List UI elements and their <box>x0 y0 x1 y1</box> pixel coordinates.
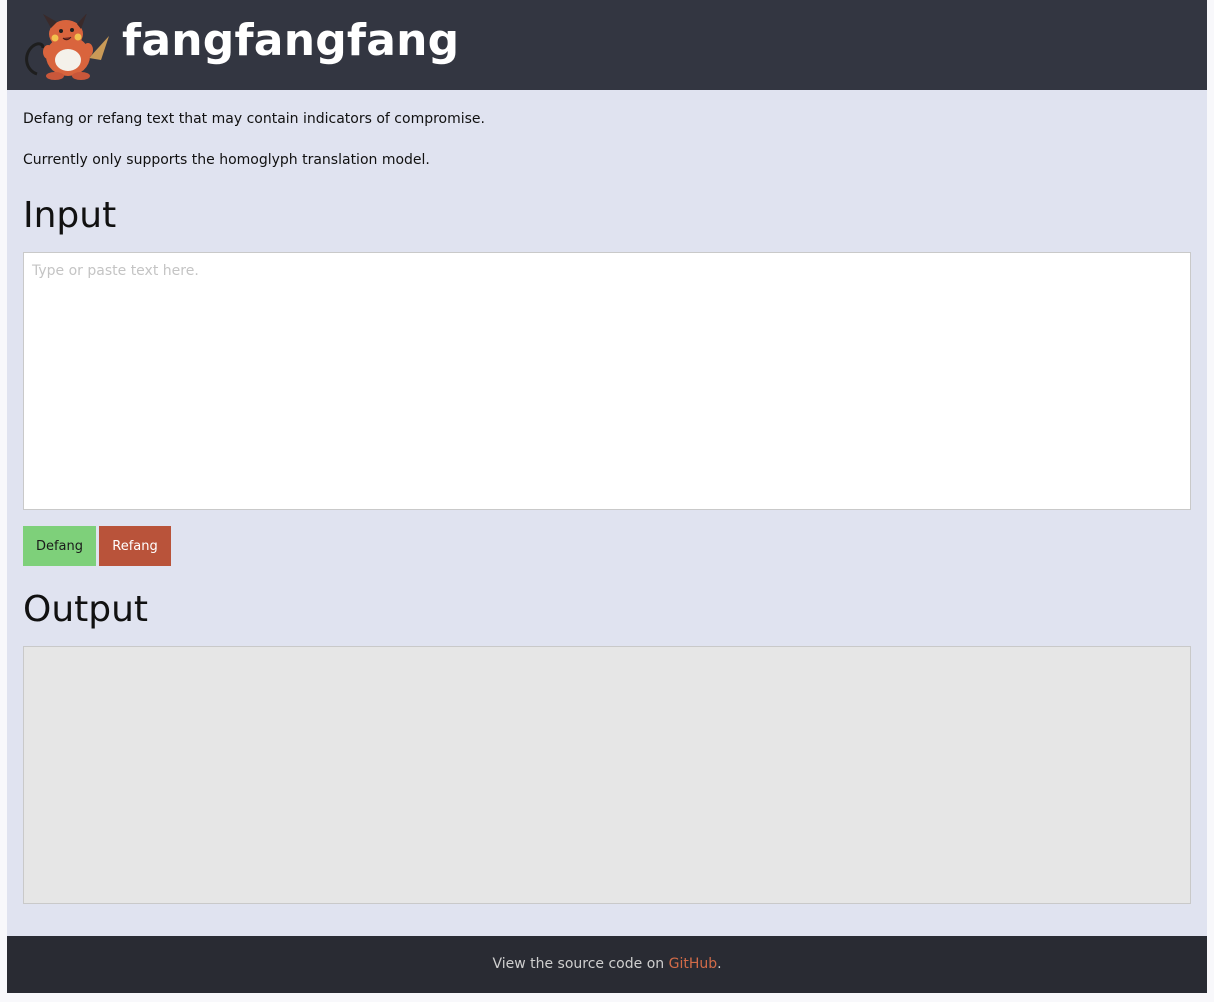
output-heading: Output <box>23 589 149 630</box>
github-link[interactable]: GitHub <box>669 956 718 972</box>
input-heading: Input <box>23 195 117 236</box>
page: fangfangfang Defang or refang text that … <box>7 0 1207 993</box>
site-header: fangfangfang <box>7 0 1207 90</box>
defang-button[interactable]: Defang <box>23 526 96 566</box>
raichu-mascot-icon <box>25 14 109 80</box>
intro-model-note: Currently only supports the homoglyph tr… <box>23 152 430 168</box>
refang-button[interactable]: Refang <box>99 526 171 566</box>
input-textarea[interactable] <box>23 252 1191 510</box>
footer-text: View the source code on <box>492 956 669 972</box>
site-footer: View the source code on GitHub. <box>7 936 1207 993</box>
site-title: fangfangfang <box>122 15 460 66</box>
footer-period: . <box>717 956 722 972</box>
intro-description: Defang or refang text that may contain i… <box>23 111 485 127</box>
output-textarea[interactable] <box>23 646 1191 904</box>
